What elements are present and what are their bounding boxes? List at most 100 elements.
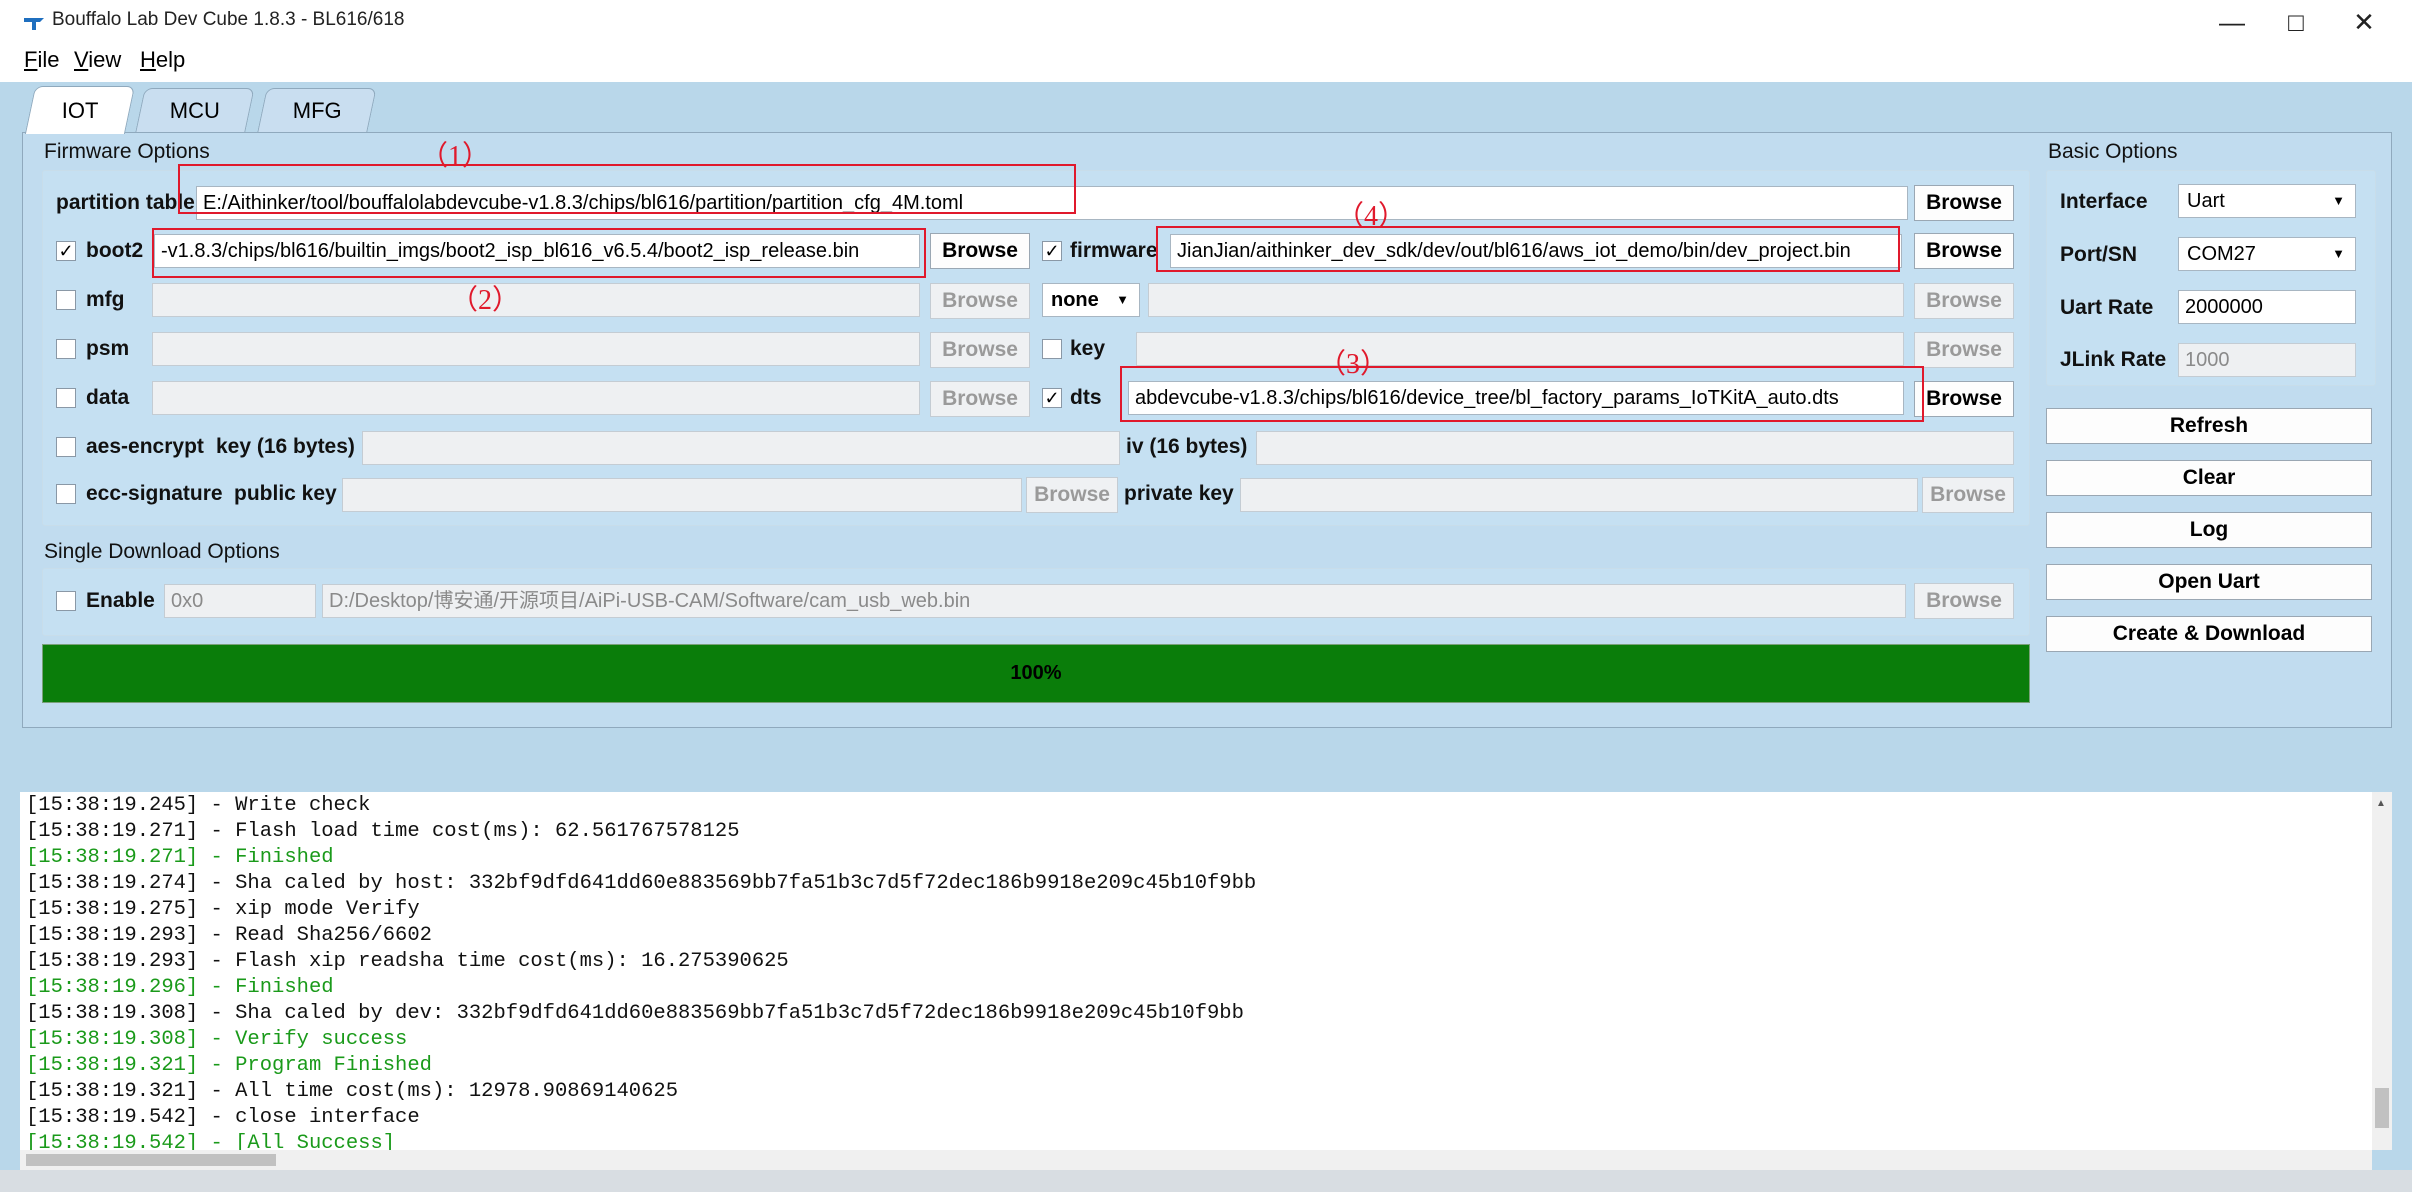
menu-help[interactable]: Help [140,47,185,73]
psm-checkbox[interactable] [56,339,76,359]
open-uart-button[interactable]: Open Uart [2046,564,2372,600]
mfg-checkbox[interactable] [56,290,76,310]
single-download-browse-button[interactable]: Browse [1914,583,2014,619]
public-key-input[interactable] [342,478,1022,512]
menu-file-rest: ile [37,47,60,72]
partition-table-input[interactable]: E:/Aithinker/tool/bouffalolabdevcube-v1.… [196,186,1908,220]
key-input[interactable] [1136,332,1904,366]
boot2-input[interactable]: -v1.8.3/chips/bl616/builtin_imgs/boot2_i… [154,234,920,268]
tab-mcu[interactable]: MCU [135,88,255,132]
single-download-enable-checkbox[interactable] [56,591,76,611]
mfg-type-value: none [1051,289,1099,311]
app-logo-icon [24,18,44,30]
menu-file[interactable]: File [24,47,59,73]
jlink-rate-input[interactable]: 1000 [2178,343,2356,377]
log-line: [15:38:19.542] - close interface [26,1106,420,1129]
tab-iot-label: IOT [61,97,99,123]
log-line: [15:38:19.296] - Finished [26,976,334,999]
minimize-button[interactable]: — [2196,0,2268,44]
chevron-down-icon: ▼ [2332,193,2345,208]
log-line: [15:38:19.321] - All time cost(ms): 1297… [26,1080,679,1103]
partition-table-label: partition table [56,191,195,214]
firmware-input[interactable]: JianJian/aithinker_dev_sdk/dev/out/bl616… [1170,234,1902,268]
bottom-strip [0,1170,2412,1192]
private-key-browse-button[interactable]: Browse [1922,477,2014,513]
log-horizontal-scroll-thumb[interactable] [26,1154,276,1166]
log-vertical-scroll-thumb[interactable] [2375,1088,2389,1128]
mfg-type-select[interactable]: none ▼ [1042,283,1140,317]
chevron-down-icon: ▼ [2332,246,2345,261]
psm-input[interactable] [152,332,920,366]
mfg-right-browse-button[interactable]: Browse [1914,283,2014,319]
aes-iv-input[interactable] [1256,431,2014,465]
psm-browse-button[interactable]: Browse [930,332,1030,368]
aes-key-label: key (16 bytes) [216,435,355,458]
uart-rate-label: Uart Rate [2060,296,2154,319]
data-label: data [86,386,130,409]
key-checkbox[interactable] [1042,339,1062,359]
log-line: [15:38:19.308] - Sha caled by dev: 332bf… [26,1002,1244,1025]
basic-options-title: Basic Options [2048,140,2178,163]
log-line: [15:38:19.293] - Flash xip readsha time … [26,950,789,973]
dts-input[interactable]: abdevcube-v1.8.3/chips/bl616/device_tree… [1128,381,1904,415]
boot2-checkbox[interactable]: ✓ [56,241,76,261]
firmware-browse-button[interactable]: Browse [1914,233,2014,269]
single-download-enable-label: Enable [86,589,155,612]
key-label: key [1070,337,1106,360]
data-checkbox[interactable] [56,388,76,408]
log-line: [15:38:19.275] - xip mode Verify [26,898,420,921]
ecc-signature-label: ecc-signature [86,482,223,505]
create-download-button[interactable]: Create & Download [2046,616,2372,652]
mfg-right-input[interactable] [1148,283,1904,317]
title-bar: Bouffalo Lab Dev Cube 1.8.3 - BL616/618 … [0,0,2412,44]
ecc-signature-checkbox[interactable] [56,484,76,504]
data-browse-button[interactable]: Browse [930,381,1030,417]
maximize-button[interactable]: □ [2260,0,2332,44]
close-button[interactable]: ✕ [2328,0,2400,44]
aes-key-input[interactable] [362,431,1120,465]
scroll-up-icon[interactable]: ▲ [2376,798,2388,810]
data-input[interactable] [152,381,920,415]
log-line: [15:38:19.293] - Read Sha256/6602 [26,924,432,947]
psm-label: psm [86,337,130,360]
menu-help-rest: elp [155,47,186,72]
log-line: [15:38:19.542] - [All Success] [26,1132,396,1150]
private-key-input[interactable] [1240,478,1918,512]
menu-file-key: F [24,47,38,72]
refresh-button[interactable]: Refresh [2046,408,2372,444]
firmware-label: firmware [1070,239,1158,262]
menu-view-rest: iew [88,47,122,72]
uart-rate-input[interactable]: 2000000 [2178,290,2356,324]
key-browse-button[interactable]: Browse [1914,332,2014,368]
menu-help-key: H [140,47,156,72]
dts-checkbox[interactable]: ✓ [1042,388,1062,408]
mfg-label: mfg [86,288,125,311]
firmware-checkbox[interactable]: ✓ [1042,241,1062,261]
single-download-path-input[interactable]: D:/Desktop/博安通/开源项目/AiPi-USB-CAM/Softwar… [322,584,1906,618]
mfg-browse-button[interactable]: Browse [930,283,1030,319]
dts-browse-button[interactable]: Browse [1914,381,2014,417]
partition-table-browse-button[interactable]: Browse [1914,185,2014,221]
log-line: [15:38:19.274] - Sha caled by host: 332b… [26,872,1257,895]
log-button[interactable]: Log [2046,512,2372,548]
clear-button[interactable]: Clear [2046,460,2372,496]
aes-iv-label: iv (16 bytes) [1126,435,1248,458]
dts-label: dts [1070,386,1102,409]
firmware-options-title: Firmware Options [44,140,210,163]
log-vertical-scrollbar[interactable]: ▲ [2372,792,2392,1150]
tab-mfg[interactable]: MFG [257,88,377,132]
interface-select[interactable]: Uart ▼ [2178,184,2356,218]
mfg-input[interactable] [152,283,920,317]
menu-view[interactable]: View [74,47,121,73]
boot2-browse-button[interactable]: Browse [930,233,1030,269]
tab-iot[interactable]: IOT [24,86,136,134]
single-download-address-input[interactable]: 0x0 [164,584,316,618]
port-sn-select[interactable]: COM27 ▼ [2178,237,2356,271]
public-key-browse-button[interactable]: Browse [1026,477,1118,513]
aes-encrypt-checkbox[interactable] [56,437,76,457]
single-download-title: Single Download Options [44,540,280,563]
log-output[interactable]: [15:38:19.245] - Write check [15:38:19.27… [20,792,2372,1150]
window-title: Bouffalo Lab Dev Cube 1.8.3 - BL616/618 [52,9,405,30]
aes-encrypt-label: aes-encrypt [86,435,204,458]
log-horizontal-scrollbar[interactable] [20,1150,2372,1170]
